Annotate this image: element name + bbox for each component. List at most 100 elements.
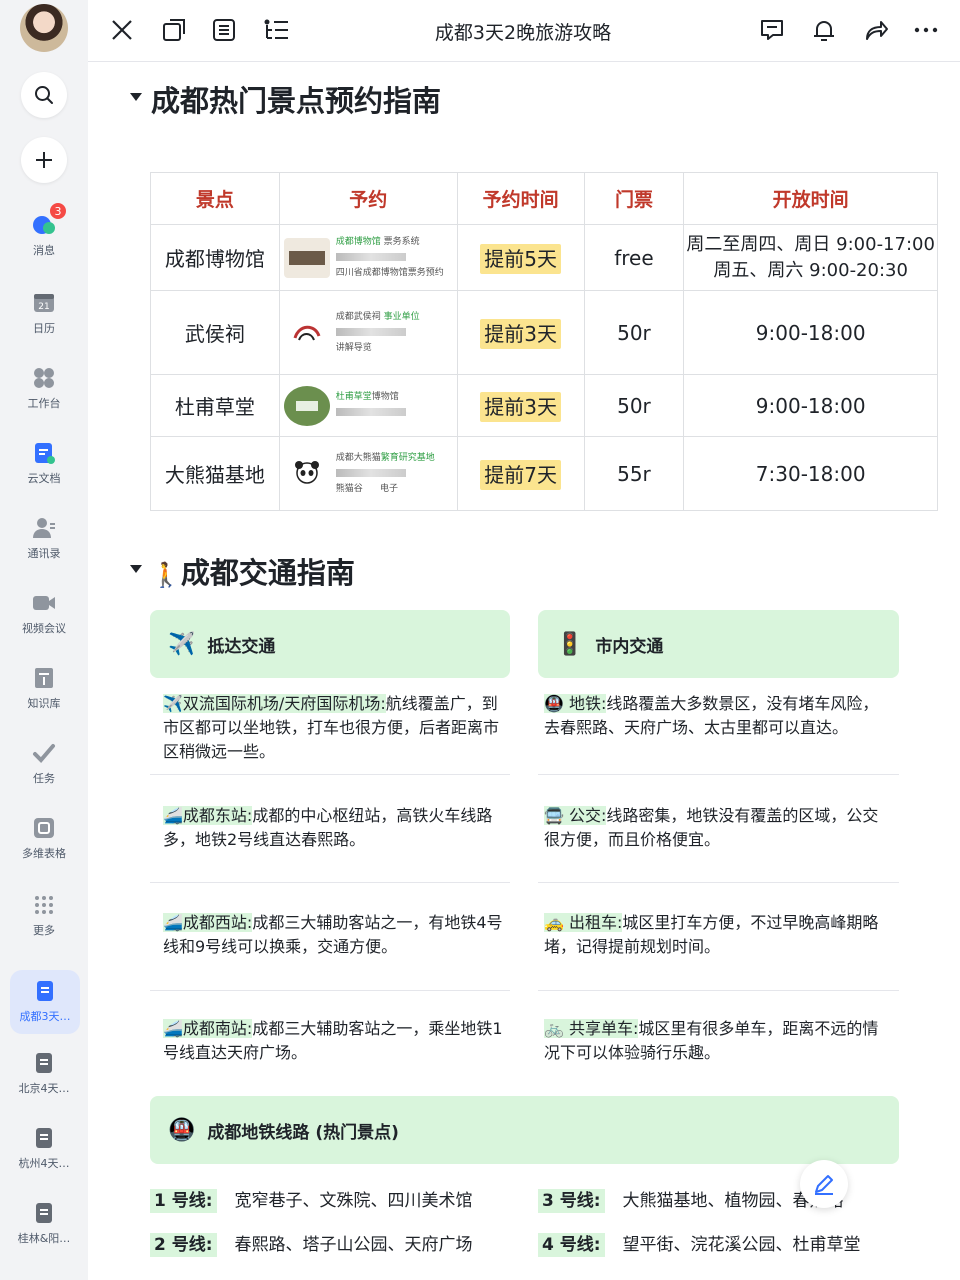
thumb-text: 熊猫谷 [335,484,363,494]
bell-icon [814,21,834,41]
ticket-price: 55r [583,436,685,511]
taxi-icon: 🚕 [544,913,564,932]
booking-thumbnail[interactable]: 成都武侯祠 事业单位 讲解导览 [278,290,458,375]
booking-thumbnail[interactable]: 成都大熊猫繁育研究基地 熊猫谷 电子 [278,436,458,511]
metro-line: 1 号线: 宽窄巷子、文殊院、四川美术馆 [150,1186,473,1213]
contacts-icon [31,515,57,541]
close-button[interactable] [106,14,138,46]
sidebar-item-label: 视频会议 [22,622,66,635]
task-icon [31,740,57,766]
sidebar-item-video[interactable]: 视频会议 [0,590,88,656]
plus-icon [36,152,52,168]
metro-icon: 🚇 [544,694,564,713]
opening-hours-cell: 周二至周四、周日 9:00-17:00 周五、周六 9:00-20:30 [683,224,938,291]
sidebar-item-label: 日历 [33,322,55,335]
attraction-name: 大熊猫基地 [150,436,280,511]
metro-line-stops: 望平街、浣花溪公园、杜甫草堂 [622,1235,861,1255]
doc-icon [32,978,58,1004]
add-button[interactable] [21,137,67,183]
ticket-price: free [583,224,685,291]
outline-button[interactable] [208,14,240,46]
share-button[interactable] [860,14,892,46]
sidebar-item-wiki[interactable]: 知识库 [0,665,88,731]
collapse-caret-icon[interactable] [130,93,142,101]
transport-entry: ✈️双流国际机场/天府国际机场:航线覆盖广，到市区都可以坐地铁，打车也很方便，后… [163,692,503,764]
message-badge: 3 [49,202,67,220]
metro-line-number: 3 号线: [538,1189,605,1213]
window-icon [163,19,185,41]
share-icon [866,21,888,40]
blurred-text [335,328,406,336]
close-icon [112,20,132,40]
document-body: 成都热门景点预约指南 景点 予约 予约时间 门票 开放时间 成都博物馆 成都博物… [88,62,960,1280]
booking-thumbnail[interactable]: 杜甫草堂博物馆 [278,374,458,437]
metro-line-number: 1 号线: [150,1189,217,1213]
sidebar-item-task[interactable]: 任务 [0,740,88,806]
sidebar-item-more[interactable]: 更多 [0,892,88,958]
sidebar-doc-guilin[interactable]: 桂林&阳… [0,1200,88,1266]
transport-entry: 🚄成都东站:成都的中心枢纽站，高铁火车线路多，地铁2号线直达春熙路。 [163,804,503,852]
sidebar-doc-beijing[interactable]: 北京4天… [0,1050,88,1116]
comments-button[interactable] [756,14,788,46]
transport-entry: 🚇 地铁:线路覆盖大多数景区，没有堵车风险，去春熙路、天府广场、太古里都可以直达… [544,692,890,740]
airplane-icon: ✈️ [163,694,183,713]
divider [150,882,510,883]
sidebar-item-label: 知识库 [27,697,61,710]
search-icon [35,86,53,104]
blurred-text [335,469,406,477]
booking-time-cell: 提前3天 [456,374,585,437]
column-header: 景点 [150,172,280,225]
sidebar-item-label: 工作台 [27,397,61,410]
transport-entry: 🚕 出租车:城区里打车方便，不过早晚高峰期略堵，记得提前规划时间。 [544,911,890,959]
booking-time: 提前5天 [480,244,561,274]
booking-time-cell: 提前7天 [456,436,585,511]
column-header: 予约时间 [456,172,585,225]
new-window-button[interactable] [158,14,190,46]
table-header-row: 景点 予约 予约时间 门票 开放时间 [150,172,938,225]
metro-line-stops: 春熙路、塔子山公园、天府广场 [234,1235,473,1255]
booking-thumbnail[interactable]: 成都博物馆 票务系统 四川省成都博物馆票务预约 [278,224,458,291]
more-icon [31,892,57,918]
thumb-text: 票务系统 [383,237,420,247]
top-bar: 成都3天2晚旅游攻略 [88,0,960,62]
collapse-caret-icon[interactable] [130,565,142,573]
svg-text:21: 21 [38,302,49,312]
search-button[interactable] [21,72,67,118]
avatar[interactable] [20,4,68,52]
sidebar-item-cloud-doc[interactable]: 云文档 [0,440,88,506]
section-heading-text: 成都交通指南 [180,556,355,590]
calendar-icon: 21 [31,290,57,316]
table-row: 成都博物馆 成都博物馆 票务系统 四川省成都博物馆票务预约 提前5天 free 周… [150,224,938,291]
workbench-icon [31,365,57,391]
sidebar-doc-hangzhou[interactable]: 杭州4天… [0,1125,88,1191]
toc-button[interactable] [260,14,292,46]
list-icon [213,19,235,41]
sidebar-doc-label: 成都3天… [19,1010,71,1023]
sidebar-item-workbench[interactable]: 工作台 [0,365,88,431]
more-options-button[interactable] [910,14,942,46]
thumb-text: 电子 [379,484,398,494]
entry-tag: 双流国际机场/天府国际机场: [182,694,386,713]
transport-entry: 🚍 公交:线路密集，地铁没有覆盖的区域，公交很方便，而且价格便宜。 [544,804,890,852]
notification-button[interactable] [808,14,840,46]
sidebar-doc-chengdu[interactable]: 成都3天… [10,970,80,1034]
train-icon: 🚄 [163,913,183,932]
sidebar-item-base[interactable]: 多维表格 [0,815,88,881]
divider [538,990,899,991]
sidebar-item-messages[interactable]: 3 消息 [0,202,88,278]
column-header: 门票 [583,172,685,225]
sidebar-item-calendar[interactable]: 21 日历 [0,290,88,356]
blurred-text [335,408,406,416]
sidebar-item-label: 云文档 [27,472,61,485]
sidebar-item-label: 更多 [33,924,55,937]
edit-button[interactable] [800,1160,848,1208]
divider [150,774,510,775]
doc-icon [31,1050,57,1076]
sidebar-doc-label: 北京4天… [18,1082,70,1095]
section-heading-attractions: 成都热门景点预约指南 [151,84,442,118]
sidebar: 3 消息 21 日历 工作台 云文档 通讯录 视频会议 知识库 任务 多维表格 … [0,0,88,1280]
entry-tag: 成都南站: [182,1019,253,1038]
metro-line-number: 4 号线: [538,1233,605,1257]
sidebar-item-contacts[interactable]: 通讯录 [0,515,88,581]
transport-entry: 🚄成都西站:成都三大辅助客站之一，有地铁4号线和9号线可以换乘，交通方便。 [163,911,503,959]
